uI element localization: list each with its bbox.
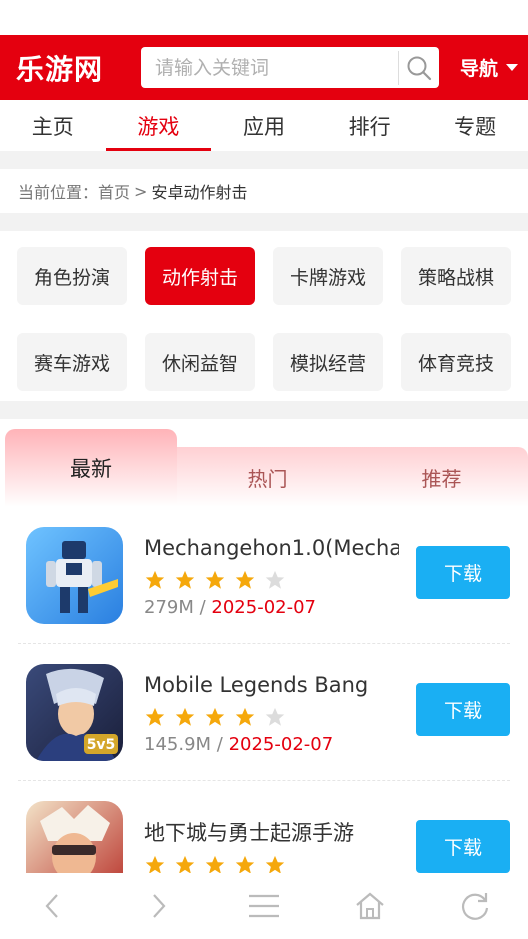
category-card[interactable]: 卡牌游戏 — [273, 247, 383, 305]
category-rpg[interactable]: 角色扮演 — [17, 247, 127, 305]
forward-button[interactable] — [128, 876, 188, 936]
category-grid: 角色扮演 动作射击 卡牌游戏 策略战棋 赛车游戏 休闲益智 模拟经营 体育竞技 — [0, 231, 528, 401]
svg-text:5v5: 5v5 — [87, 737, 116, 753]
search-input[interactable] — [141, 47, 398, 88]
back-button[interactable] — [23, 876, 83, 936]
star-empty-icon — [265, 707, 285, 726]
tab-apps[interactable]: 应用 — [211, 100, 317, 151]
app-name[interactable]: Mobile Legends Bang — [144, 670, 399, 700]
tab-ranking[interactable]: 排行 — [317, 100, 423, 151]
nav-label: 导航 — [459, 58, 498, 80]
breadcrumb-separator: > — [134, 181, 148, 201]
tab-home[interactable]: 主页 — [0, 100, 106, 151]
list-tab-hot[interactable]: 热门 — [180, 447, 355, 507]
star-filled-icon — [175, 707, 195, 726]
robot-game-icon[interactable] — [26, 526, 123, 624]
header: 乐游网 导航 — [0, 35, 528, 100]
star-filled-icon — [235, 707, 255, 726]
mobile-legends-icon[interactable]: 5v5 — [26, 663, 123, 761]
site-logo[interactable]: 乐游网 — [16, 48, 141, 88]
home-icon — [355, 892, 384, 920]
download-button[interactable]: 下载 — [416, 683, 510, 736]
star-filled-icon — [205, 707, 225, 726]
list-item[interactable]: 5v5 Mobile Legends Bang 145.9M / 2025-02… — [18, 644, 510, 781]
star-filled-icon — [175, 570, 195, 589]
list-item[interactable]: Mechangehon1.0(Mecha 279M / 2025-02-07 下… — [18, 507, 510, 644]
section-gap — [0, 151, 528, 169]
app-meta: 145.9M / 2025-02-07 — [144, 734, 399, 755]
app-info: 地下城与勇士起源手游 — [144, 818, 399, 882]
menu-button[interactable] — [234, 876, 294, 936]
search-icon — [407, 56, 432, 80]
star-filled-icon — [145, 707, 165, 726]
tab-topics[interactable]: 专题 — [422, 100, 528, 151]
category-sports[interactable]: 体育竞技 — [401, 333, 511, 391]
search-box — [141, 47, 439, 88]
app-size: 145.9M — [144, 733, 212, 755]
section-gap — [0, 213, 528, 231]
star-filled-icon — [145, 570, 165, 589]
breadcrumb-home-link[interactable]: 首页 — [98, 179, 130, 203]
category-strategy[interactable]: 策略战棋 — [401, 247, 511, 305]
category-casual-puzzle[interactable]: 休闲益智 — [145, 333, 255, 391]
list-tabs: 最新 热门 推荐 — [0, 429, 528, 507]
main-tabs: 主页 游戏 应用 排行 专题 — [0, 100, 528, 151]
category-racing[interactable]: 赛车游戏 — [17, 333, 127, 391]
list-tab-recommend[interactable]: 推荐 — [355, 447, 528, 507]
app-info: Mechangehon1.0(Mecha 279M / 2025-02-07 — [144, 533, 399, 618]
search-button[interactable] — [399, 47, 439, 88]
home-button[interactable] — [340, 876, 400, 936]
back-icon — [45, 894, 58, 918]
browser-bottom-bar — [0, 873, 528, 939]
app-date: 2025-02-07 — [211, 596, 317, 618]
star-filled-icon — [235, 570, 255, 589]
breadcrumb-current: 安卓动作射击 — [151, 183, 248, 202]
app-list: Mechangehon1.0(Mecha 279M / 2025-02-07 下… — [0, 507, 528, 918]
forward-icon — [153, 894, 166, 918]
app-info: Mobile Legends Bang 145.9M / 2025-02-07 — [144, 670, 399, 755]
status-area — [0, 0, 528, 35]
refresh-button[interactable] — [445, 876, 505, 936]
app-meta: 279M / 2025-02-07 — [144, 597, 399, 618]
category-simulation[interactable]: 模拟经营 — [273, 333, 383, 391]
tab-games[interactable]: 游戏 — [105, 100, 212, 151]
caret-down-icon — [506, 64, 518, 71]
download-button[interactable]: 下载 — [416, 546, 510, 599]
breadcrumb: 当前位置： 首页 > 安卓动作射击 — [0, 169, 528, 213]
breadcrumb-prefix: 当前位置： — [18, 183, 99, 202]
meta-separator: / — [193, 596, 212, 618]
star-filled-icon — [205, 570, 225, 589]
app-size: 279M — [144, 596, 194, 618]
download-button[interactable]: 下载 — [416, 820, 510, 873]
list-tab-latest[interactable]: 最新 — [5, 429, 177, 507]
star-rating — [144, 706, 399, 728]
refresh-icon — [462, 893, 489, 920]
menu-icon — [248, 894, 279, 918]
category-action-shooting[interactable]: 动作射击 — [145, 247, 255, 305]
star-empty-icon — [265, 570, 285, 589]
app-name[interactable]: Mechangehon1.0(Mecha — [144, 533, 399, 563]
meta-separator: / — [211, 733, 229, 755]
section-gap — [0, 401, 528, 419]
app-name[interactable]: 地下城与勇士起源手游 — [144, 818, 399, 848]
app-date: 2025-02-07 — [228, 733, 334, 755]
star-rating — [144, 569, 399, 591]
nav-menu-button[interactable]: 导航 — [460, 35, 518, 100]
